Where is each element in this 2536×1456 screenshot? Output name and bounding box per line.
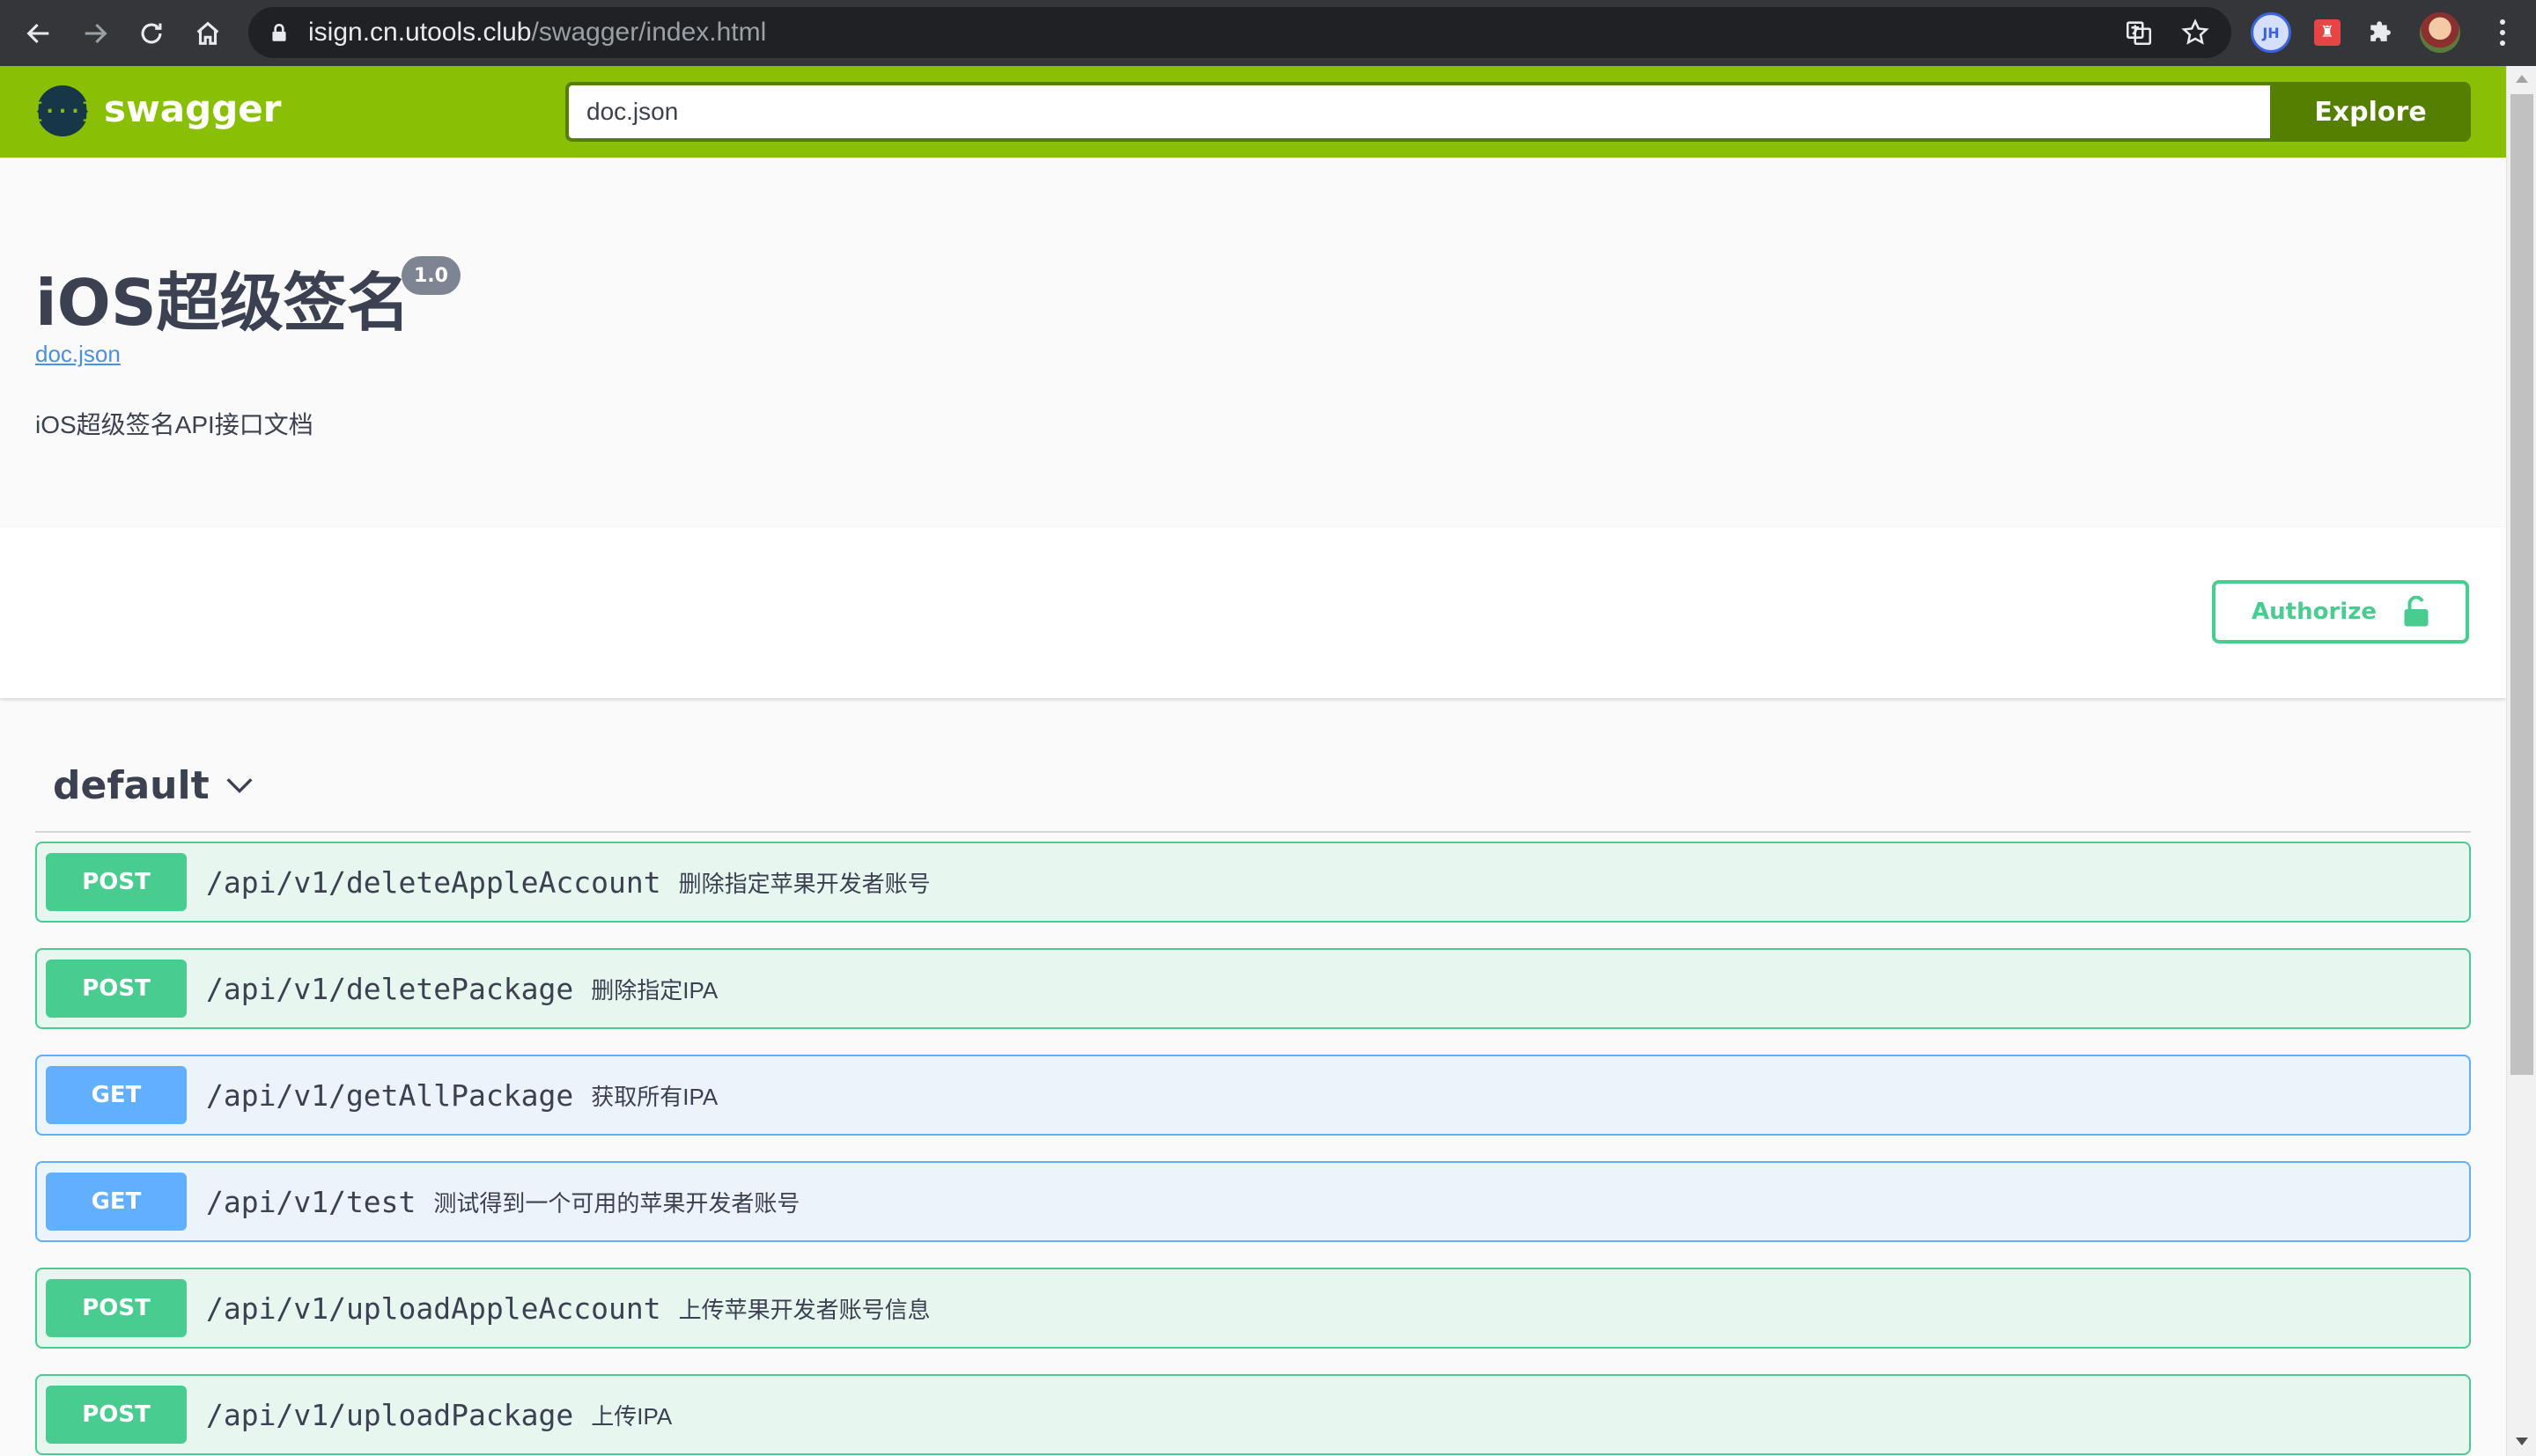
opblock-path: /api/v1/test	[206, 1184, 417, 1219]
jh-extension-label: JH	[2262, 24, 2280, 41]
opblock-path: /api/v1/deleteAppleAccount	[206, 864, 661, 900]
opblock-post-uploadAppleAccount[interactable]: POST /api/v1/uploadAppleAccount 上传苹果开发者账…	[35, 1268, 2471, 1349]
swagger-logo-icon[interactable]: {···}	[31, 85, 94, 136]
star-icon[interactable]	[2180, 18, 2210, 48]
method-badge: POST	[46, 960, 187, 1018]
address-bar[interactable]: isign.cn.utools.club/swagger/index.html	[248, 7, 2231, 58]
url-host: isign.cn.utools.club	[308, 18, 532, 47]
profile-avatar[interactable]	[2420, 12, 2460, 53]
lock-icon	[272, 24, 286, 41]
spec-url-input[interactable]	[565, 82, 2272, 142]
method-badge: POST	[46, 1386, 187, 1444]
opblock-get-getAllPackage[interactable]: GET /api/v1/getAllPackage 获取所有IPA	[35, 1055, 2471, 1136]
reload-icon	[141, 23, 162, 43]
red-extension-glyph: ♜	[2314, 19, 2341, 46]
scroll-down-arrow-icon[interactable]	[2516, 1438, 2528, 1445]
opblock-get-test[interactable]: GET /api/v1/test 测试得到一个可用的苹果开发者账号	[35, 1161, 2471, 1242]
explore-button[interactable]: Explore	[2270, 82, 2471, 142]
authorize-label: Authorize	[2252, 599, 2377, 625]
extensions-button[interactable]	[2362, 12, 2402, 53]
jh-extension-icon[interactable]: JH	[2251, 12, 2291, 53]
opblock-summary: 测试得到一个可用的苹果开发者账号	[433, 1189, 800, 1217]
reload-button[interactable]	[123, 5, 180, 62]
spec-url-form	[565, 82, 2520, 142]
opblock-post-deletePackage[interactable]: POST /api/v1/deletePackage 删除指定IPA	[35, 948, 2471, 1029]
authorize-button[interactable]: Authorize	[2212, 580, 2469, 643]
opblock-path: /api/v1/getAllPackage	[206, 1077, 574, 1113]
back-button[interactable]	[11, 5, 67, 62]
scheme-container: Authorize	[0, 527, 2506, 698]
unlock-icon	[2404, 596, 2429, 627]
opblock-summary: 上传IPA	[591, 1402, 673, 1430]
chevron-down-icon	[226, 778, 253, 794]
scroll-up-arrow-icon[interactable]	[2516, 75, 2528, 83]
arrow-right-icon	[85, 23, 107, 43]
method-badge: GET	[46, 1066, 187, 1124]
opblock-summary: 删除指定IPA	[591, 976, 719, 1004]
opblock-path: /api/v1/uploadPackage	[206, 1397, 574, 1432]
swagger-topbar: {···} swagger Explore	[0, 66, 2506, 158]
puzzle-icon	[2370, 21, 2391, 41]
api-info: iOS超级签名 1.0 doc.json iOS超级签名API接口文档	[0, 158, 2506, 527]
opblock-path: /api/v1/deletePackage	[206, 971, 574, 1006]
opblock-summary: 删除指定苹果开发者账号	[678, 870, 931, 897]
swagger-logo-symbol: {···}	[30, 99, 95, 123]
method-badge: POST	[46, 853, 187, 911]
opblock-summary: 获取所有IPA	[591, 1083, 719, 1110]
page-scrollbar[interactable]	[2506, 66, 2536, 1456]
home-button[interactable]	[180, 5, 236, 62]
url-path: /swagger/index.html	[531, 18, 767, 47]
api-title: iOS超级签名	[35, 266, 410, 340]
url-text: isign.cn.utools.club/swagger/index.html	[308, 18, 766, 48]
api-description: iOS超级签名API接口文档	[35, 411, 313, 438]
arrow-left-icon	[26, 23, 49, 43]
opblock-post-uploadPackage[interactable]: POST /api/v1/uploadPackage 上传IPA	[35, 1374, 2471, 1455]
browser-toolbar: isign.cn.utools.club/swagger/index.html …	[0, 0, 2536, 66]
method-badge: GET	[46, 1173, 187, 1231]
method-badge: POST	[46, 1279, 187, 1337]
spec-link[interactable]: doc.json	[35, 341, 121, 368]
opblock-post-deleteAppleAccount[interactable]: POST /api/v1/deleteAppleAccount 删除指定苹果开发…	[35, 842, 2471, 923]
tag-name: default	[53, 762, 210, 808]
swagger-logo-text[interactable]: swagger	[104, 87, 281, 130]
forward-button[interactable]	[67, 5, 123, 62]
scrollbar-thumb[interactable]	[2510, 94, 2533, 1075]
home-icon	[196, 21, 219, 45]
translate-icon[interactable]	[2124, 18, 2154, 48]
browser-menu-button[interactable]	[2485, 12, 2520, 53]
opblock-path: /api/v1/uploadAppleAccount	[206, 1291, 661, 1326]
red-extension-icon[interactable]: ♜	[2307, 12, 2348, 53]
opblock-summary: 上传苹果开发者账号信息	[678, 1296, 931, 1323]
kebab-menu-icon	[2500, 19, 2505, 46]
tag-default-header[interactable]: default	[35, 739, 2471, 833]
version-badge: 1.0	[402, 256, 461, 295]
